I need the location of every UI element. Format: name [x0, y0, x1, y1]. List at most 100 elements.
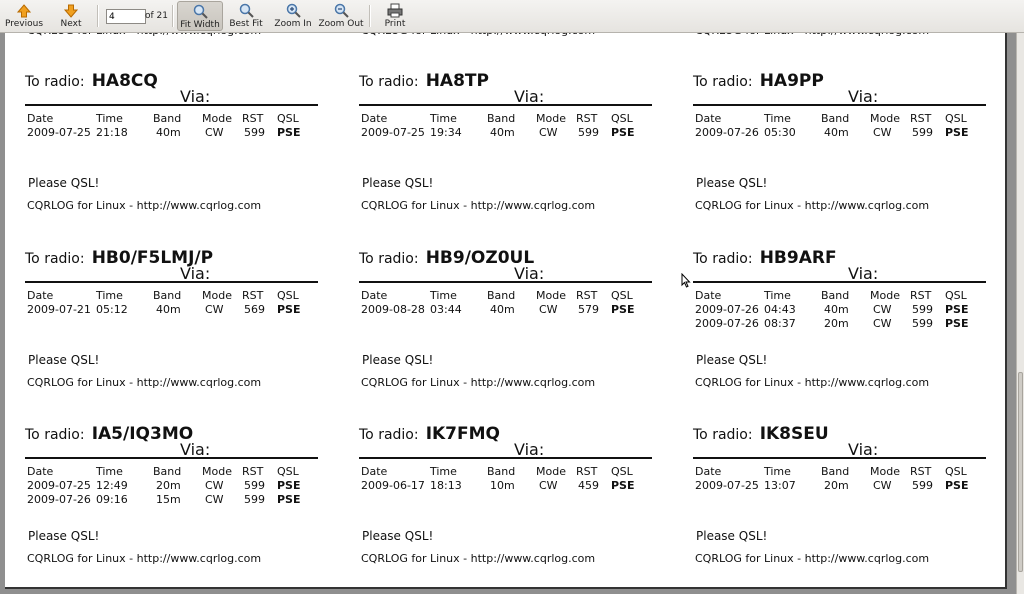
- page-total: of 21: [145, 11, 168, 21]
- header-qsl: QSL: [945, 288, 967, 302]
- qsl-label-ha8tp: To radio: HA8TP Via: Date Time Band Mode…: [359, 71, 652, 236]
- please-qsl-text: Please QSL!: [362, 353, 434, 367]
- header-time: Time: [764, 464, 791, 478]
- qso-row: 2009-07-26 05:30 40m CW 599 PSE: [695, 125, 975, 139]
- qso-date: 2009-07-26: [27, 492, 91, 506]
- header-rst: RST: [242, 288, 264, 302]
- qso-table: Date Time Band Mode RST QSL 2009-07-25 19…: [361, 111, 641, 139]
- zoom-out-icon: [334, 1, 349, 18]
- document-page: CQRLOG for Linux - http://www.cqrlog.com…: [5, 33, 1007, 589]
- qso-date: 2009-08-28: [361, 302, 425, 316]
- qso-rst: 569: [244, 302, 265, 316]
- qso-date: 2009-07-26: [695, 302, 759, 316]
- qso-time: 18:13: [430, 478, 462, 492]
- cqrlog-footer: CQRLOG for Linux - http://www.cqrlog.com: [361, 376, 596, 389]
- page-number-input[interactable]: [106, 9, 146, 24]
- please-qsl-text: Please QSL!: [362, 176, 434, 190]
- please-qsl-text: Please QSL!: [696, 353, 768, 367]
- print-label: Print: [384, 19, 406, 29]
- divider-line: [25, 457, 318, 459]
- qso-header-row: Date Time Band Mode RST QSL: [27, 288, 307, 302]
- header-mode: Mode: [202, 464, 232, 478]
- to-radio-prefix: To radio:: [25, 74, 85, 90]
- header-rst: RST: [910, 111, 932, 125]
- divider-line: [359, 104, 652, 106]
- print-button[interactable]: Print: [381, 1, 409, 31]
- document-viewport[interactable]: CQRLOG for Linux - http://www.cqrlog.com…: [0, 33, 1016, 594]
- qso-date: 2009-06-17: [361, 478, 425, 492]
- qso-band: 40m: [490, 125, 515, 139]
- next-button[interactable]: Next: [55, 1, 87, 31]
- callsign: HA8CQ: [91, 71, 158, 91]
- header-qsl: QSL: [611, 288, 633, 302]
- please-qsl-text: Please QSL!: [696, 176, 768, 190]
- qso-rst: 599: [244, 478, 265, 492]
- cqrlog-footer: CQRLOG for Linux - http://www.cqrlog.com: [695, 376, 930, 389]
- previous-button[interactable]: Previous: [4, 1, 44, 31]
- please-qsl-text: Please QSL!: [362, 529, 434, 543]
- header-date: Date: [27, 111, 54, 125]
- qso-table: Date Time Band Mode RST QSL 2009-07-26 04…: [695, 288, 975, 330]
- header-mode: Mode: [536, 111, 566, 125]
- qso-mode: CW: [873, 478, 892, 492]
- qso-date: 2009-07-25: [695, 478, 759, 492]
- to-radio-line: To radio: HA8CQ: [25, 71, 158, 91]
- qso-band: 10m: [490, 478, 515, 492]
- qso-band: 40m: [156, 125, 181, 139]
- header-band: Band: [821, 111, 850, 125]
- header-date: Date: [361, 464, 388, 478]
- qso-header-row: Date Time Band Mode RST QSL: [361, 464, 641, 478]
- zoom-in-button[interactable]: Zoom In: [274, 1, 312, 31]
- header-mode: Mode: [870, 464, 900, 478]
- qso-time: 13:07: [764, 478, 796, 492]
- divider-line: [25, 281, 318, 283]
- header-time: Time: [430, 288, 457, 302]
- qso-qsl: PSE: [611, 478, 635, 492]
- header-band: Band: [153, 464, 182, 478]
- best-fit-button[interactable]: Best Fit: [228, 1, 264, 31]
- qso-row: 2009-07-25 21:18 40m CW 599 PSE: [27, 125, 307, 139]
- qso-row: 2009-07-25 12:49 20m CW 599 PSE: [27, 478, 307, 492]
- qso-date: 2009-07-25: [361, 125, 425, 139]
- previous-label: Previous: [4, 19, 44, 29]
- zoom-out-button[interactable]: Zoom Out: [318, 1, 364, 31]
- to-radio-line: To radio: HB9/OZ0UL: [359, 248, 534, 268]
- please-qsl-text: Please QSL!: [28, 353, 100, 367]
- header-time: Time: [96, 288, 123, 302]
- qso-row: 2009-07-25 19:34 40m CW 599 PSE: [361, 125, 641, 139]
- qso-row: 2009-06-17 18:13 10m CW 459 PSE: [361, 478, 641, 492]
- qso-mode: CW: [205, 478, 224, 492]
- qsl-label-ia5-iq3mo: To radio: IA5/IQ3MO Via: Date Time Band …: [25, 424, 318, 589]
- qso-band: 20m: [824, 316, 849, 330]
- header-date: Date: [27, 464, 54, 478]
- qso-rst: 599: [912, 478, 933, 492]
- divider-line: [25, 104, 318, 106]
- header-band: Band: [821, 288, 850, 302]
- to-radio-line: To radio: HA8TP: [359, 71, 489, 91]
- header-time: Time: [764, 288, 791, 302]
- header-date: Date: [695, 111, 722, 125]
- header-mode: Mode: [870, 288, 900, 302]
- qso-time: 08:37: [764, 316, 796, 330]
- qso-time: 19:34: [430, 125, 462, 139]
- qso-date: 2009-07-25: [27, 125, 91, 139]
- header-band: Band: [821, 464, 850, 478]
- scrollbar-thumb[interactable]: [1018, 372, 1023, 572]
- qso-band: 20m: [824, 478, 849, 492]
- qso-time: 09:16: [96, 492, 128, 506]
- to-radio-prefix: To radio:: [25, 251, 85, 267]
- header-qsl: QSL: [277, 288, 299, 302]
- vertical-scrollbar[interactable]: [1016, 33, 1024, 594]
- qso-date: 2009-07-21: [27, 302, 91, 316]
- mouse-cursor-icon: [681, 273, 691, 288]
- callsign: IK8SEU: [759, 424, 829, 444]
- header-date: Date: [27, 288, 54, 302]
- divider-line: [359, 281, 652, 283]
- fit-width-button[interactable]: Fit Width: [177, 1, 223, 31]
- qso-table: Date Time Band Mode RST QSL 2009-06-17 18…: [361, 464, 641, 492]
- qso-qsl: PSE: [945, 302, 969, 316]
- qso-mode: CW: [205, 302, 224, 316]
- qso-rst: 599: [912, 316, 933, 330]
- qso-mode: CW: [205, 125, 224, 139]
- header-qsl: QSL: [277, 464, 299, 478]
